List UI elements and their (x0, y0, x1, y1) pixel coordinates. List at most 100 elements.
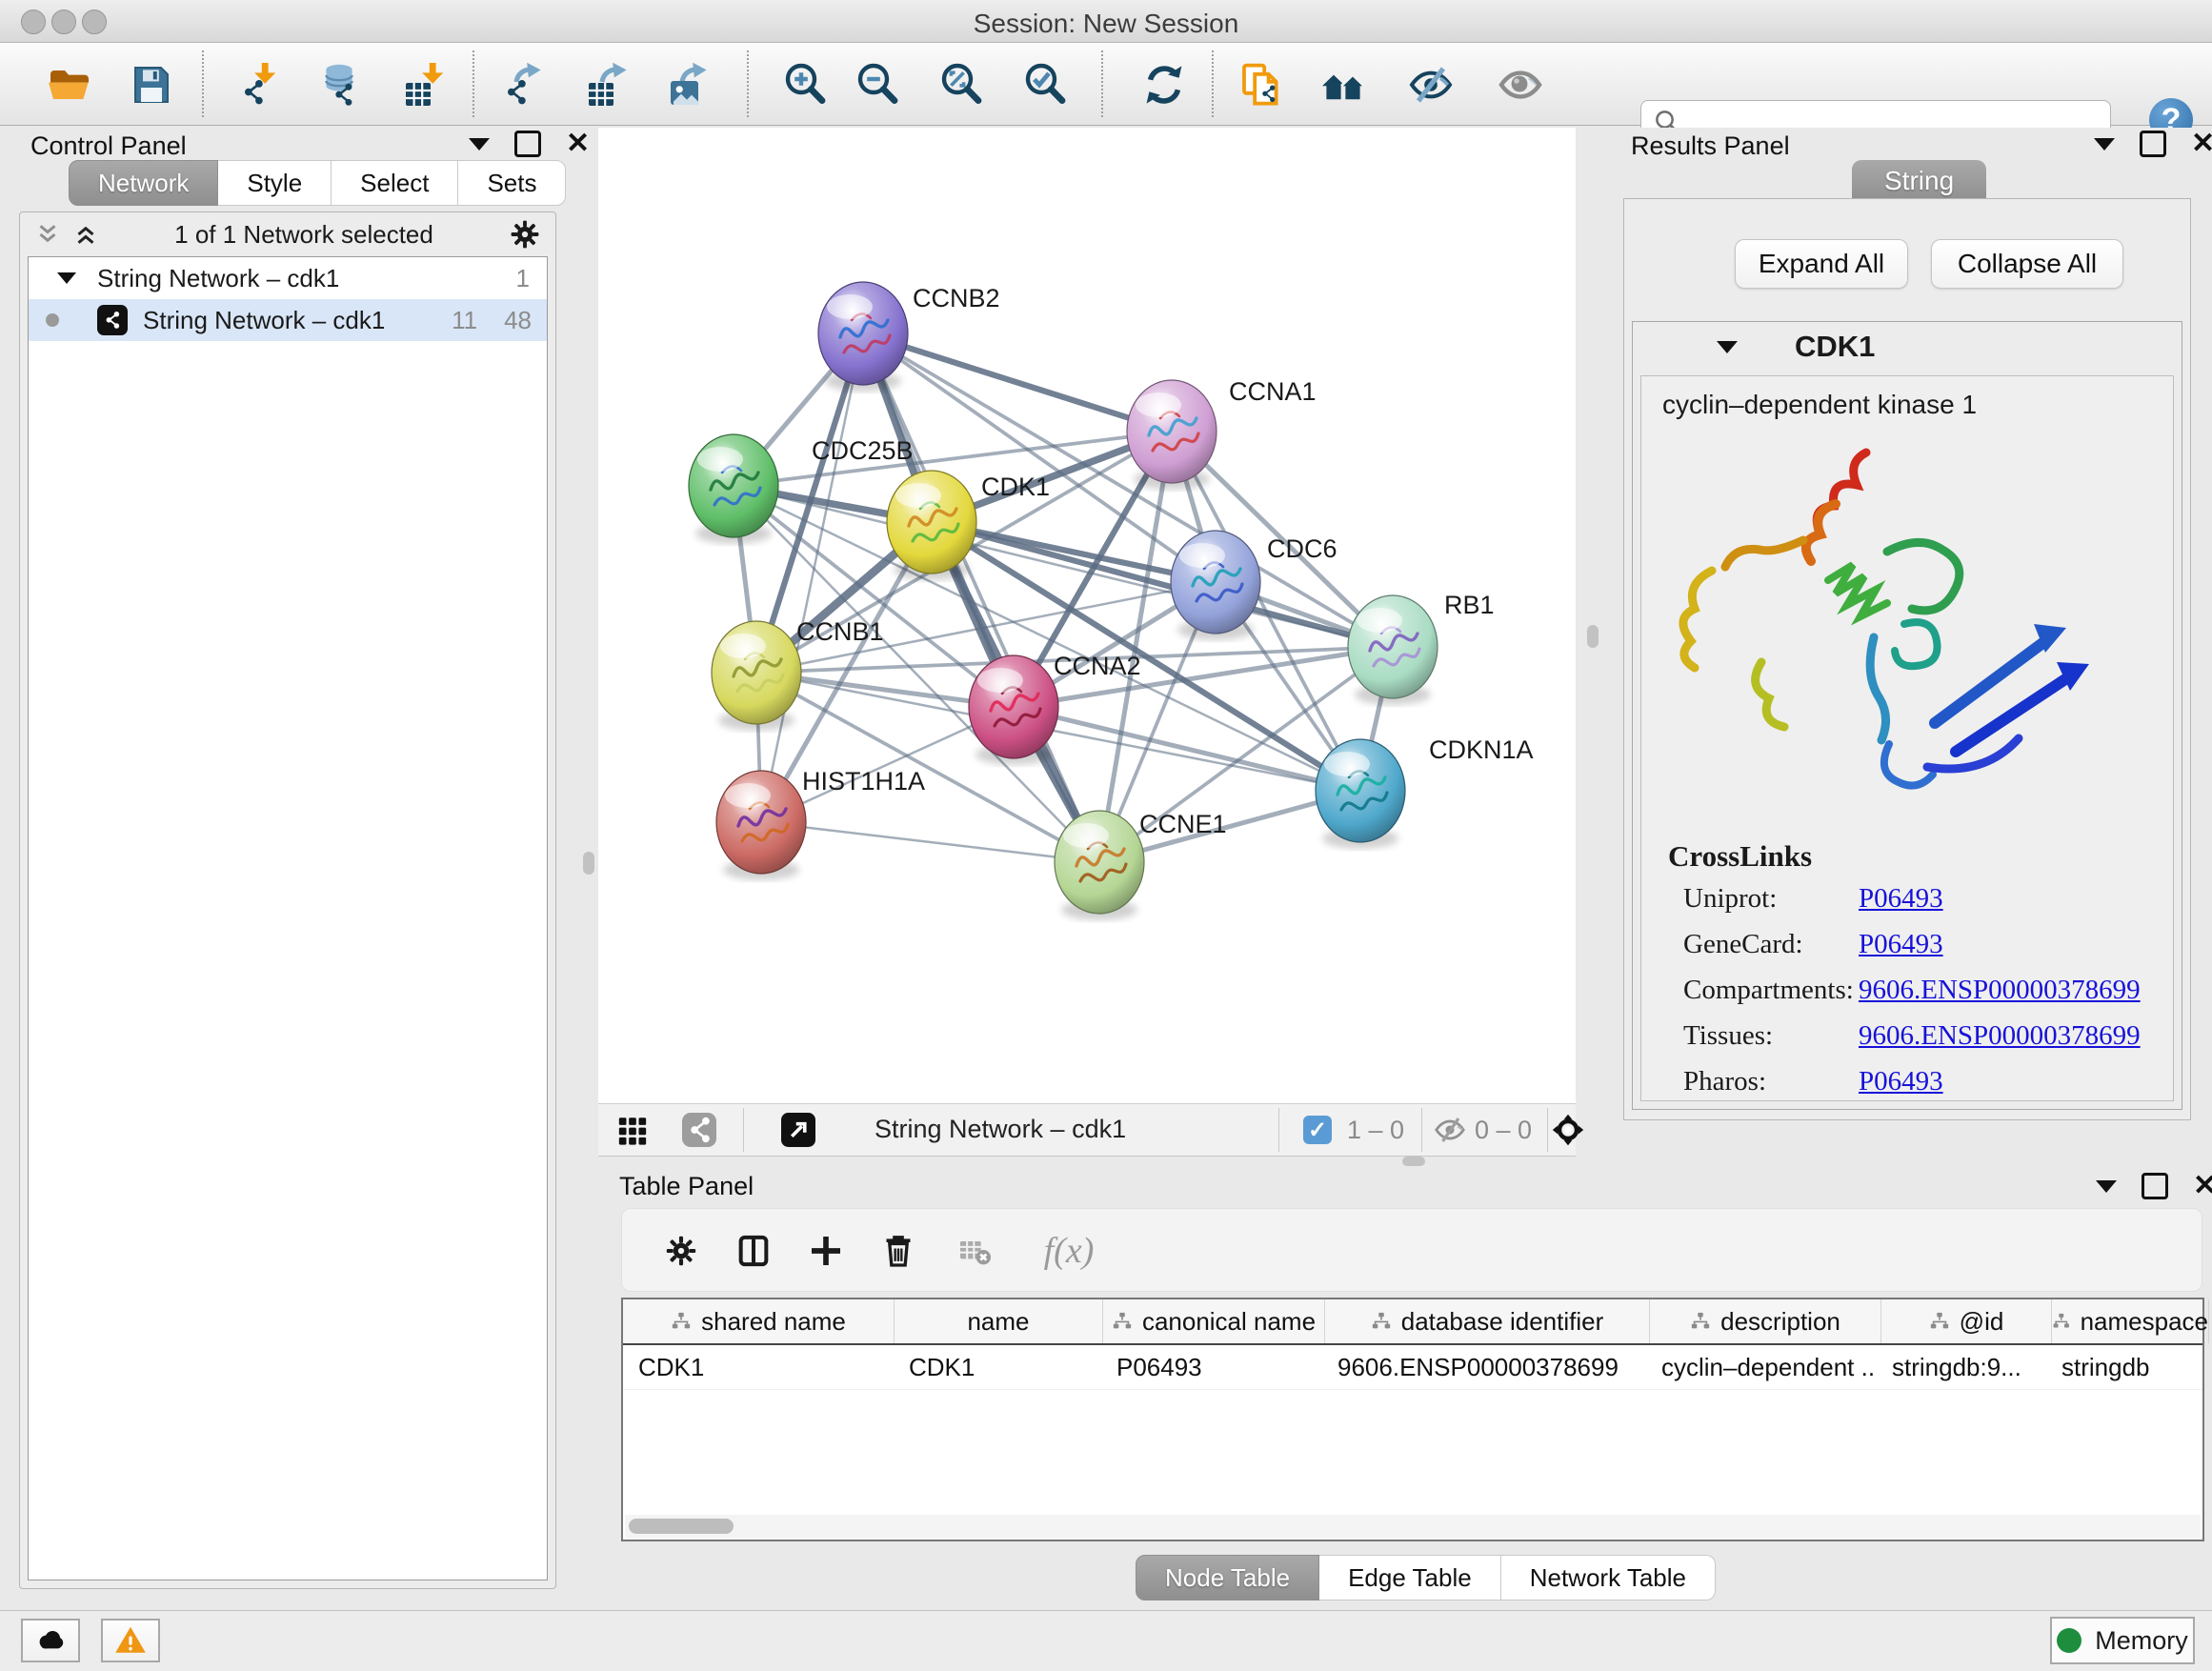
zoom-out-icon[interactable] (854, 60, 903, 110)
zoom-in-icon[interactable] (781, 60, 831, 110)
column-header-namespace[interactable]: namespace (2052, 1299, 2209, 1343)
network-node-CCNA1[interactable]: CCNA1 (1127, 377, 1317, 490)
cloud-status-button[interactable] (21, 1619, 80, 1662)
panel-menu-icon[interactable] (2096, 1180, 2117, 1193)
network-node-CDK1[interactable]: CDK1 (887, 471, 1050, 580)
network-collection-row[interactable]: String Network – cdk1 1 (29, 257, 547, 299)
network-row-selected[interactable]: String Network – cdk1 11 48 (29, 299, 547, 341)
column-header--id[interactable]: @id (1881, 1299, 2052, 1343)
save-session-icon[interactable] (126, 60, 175, 110)
float-panel-icon[interactable] (2140, 131, 2166, 157)
close-panel-icon[interactable]: ✕ (2191, 133, 2212, 154)
network-view-canvas[interactable]: CCNB2 CCNA1 CDC25B CDK1 CDC6 (598, 128, 1576, 1103)
network-node-CCNB2[interactable]: CCNB2 (818, 282, 1000, 392)
network-graph[interactable]: CCNB2 CCNA1 CDC25B CDK1 CDC6 (598, 128, 1576, 1103)
close-panel-icon[interactable]: ✕ (566, 133, 590, 154)
memory-button[interactable]: Memory (2050, 1617, 2195, 1664)
network-node-count: 11 (452, 306, 477, 335)
grid-view-icon[interactable] (615, 1113, 650, 1147)
network-status-dot (46, 313, 59, 327)
tab-network-table[interactable]: Network Table (1501, 1555, 1716, 1601)
duplicate-network-icon[interactable] (1237, 60, 1286, 110)
float-panel-icon[interactable] (514, 131, 541, 157)
birdseye-view-icon[interactable] (781, 1113, 815, 1147)
tab-network[interactable]: Network (69, 160, 218, 206)
table-toolbar: f(x) (621, 1208, 2202, 1292)
table-row[interactable]: CDK1CDK1P064939606.ENSP00000378699cyclin… (623, 1345, 2202, 1390)
main-toolbar: ? (0, 43, 2212, 126)
column-header-name[interactable]: name (895, 1299, 1103, 1343)
expand-all-button[interactable]: Expand All (1735, 239, 1908, 289)
tab-node-table[interactable]: Node Table (1136, 1555, 1319, 1601)
tab-edge-table[interactable]: Edge Table (1319, 1555, 1501, 1601)
table-horizontal-scrollbar[interactable] (625, 1515, 2201, 1538)
network-options-gear-icon[interactable] (508, 217, 542, 252)
column-header-description[interactable]: description (1650, 1299, 1881, 1343)
import-network-icon[interactable] (234, 60, 284, 110)
show-columns-icon[interactable] (733, 1230, 774, 1272)
results-panel-controls: ✕ (2094, 128, 2212, 160)
left-splitter-handle[interactable] (583, 852, 594, 875)
scrollbar-thumb[interactable] (629, 1519, 734, 1534)
memory-status-dot (2057, 1628, 2081, 1653)
horizontal-splitter-handle[interactable] (1402, 1157, 1425, 1166)
collapse-all-button[interactable]: Collapse All (1931, 239, 2123, 289)
crosslink-value-link[interactable]: P06493 (1859, 929, 1943, 960)
crosslink-value-link[interactable]: 9606.ENSP00000378699 (1859, 975, 2141, 1006)
section-title: CDK1 (1795, 330, 1875, 364)
panel-menu-icon[interactable] (469, 138, 490, 151)
collapse-all-icon[interactable] (33, 220, 62, 249)
control-panel-controls: ✕ (469, 128, 590, 160)
selected-nodes-checkbox[interactable]: ✓ (1303, 1116, 1332, 1144)
function-builder-icon[interactable]: f(x) (1026, 1230, 1112, 1272)
fit-selection-crosshair-icon[interactable] (1551, 1113, 1585, 1147)
close-panel-icon[interactable]: ✕ (2193, 1176, 2212, 1197)
hide-selected-icon[interactable] (1406, 60, 1456, 110)
zoom-fit-icon[interactable] (937, 60, 987, 110)
column-header-database-identifier[interactable]: database identifier (1325, 1299, 1650, 1343)
delete-table-icon[interactable] (954, 1230, 995, 1272)
open-file-icon[interactable] (44, 60, 93, 110)
crosslinks-title: CrossLinks (1668, 839, 1812, 874)
first-neighbors-icon[interactable] (1318, 60, 1368, 110)
refresh-icon[interactable] (1139, 60, 1189, 110)
expand-all-icon[interactable] (71, 220, 100, 249)
network-view-share-icon[interactable] (682, 1113, 716, 1147)
network-node-CDKN1A[interactable]: CDKN1A (1316, 735, 1534, 849)
crosslink-value-link[interactable]: P06493 (1859, 883, 1943, 915)
float-panel-icon[interactable] (2142, 1173, 2168, 1199)
node-label-CDC25B: CDC25B (812, 436, 914, 465)
network-node-CCNE1[interactable]: CCNE1 (1055, 810, 1227, 920)
add-column-icon[interactable] (805, 1230, 847, 1272)
zoom-selected-icon[interactable] (1021, 60, 1071, 110)
export-network-icon[interactable] (497, 60, 547, 110)
section-collapse-icon[interactable] (1717, 341, 1738, 353)
table-cell: stringdb (2046, 1345, 2202, 1389)
network-node-HIST1H1A[interactable]: HIST1H1A (716, 767, 925, 880)
table-options-gear-icon[interactable] (660, 1230, 702, 1272)
network-node-CCNB1[interactable]: CCNB1 (712, 617, 884, 731)
search-eye-icon[interactable] (1496, 60, 1545, 110)
tab-select[interactable]: Select (332, 160, 458, 206)
tab-style[interactable]: Style (218, 160, 332, 206)
export-table-icon[interactable] (583, 60, 633, 110)
network-node-CCNA2[interactable]: CCNA2 (969, 652, 1141, 765)
bottom-status-bar: Memory (0, 1610, 2212, 1671)
crosslink-value-link[interactable]: P06493 (1859, 1066, 1943, 1097)
network-node-RB1[interactable]: RB1 (1348, 591, 1495, 705)
tab-sets[interactable]: Sets (458, 160, 566, 206)
export-image-icon[interactable] (663, 60, 713, 110)
column-header-canonical-name[interactable]: canonical name (1103, 1299, 1325, 1343)
import-table-icon[interactable] (402, 60, 452, 110)
collection-expander-icon[interactable] (57, 272, 76, 284)
hidden-items-eye-slash-icon[interactable] (1433, 1113, 1467, 1147)
panel-menu-icon[interactable] (2094, 138, 2115, 151)
warnings-button[interactable] (101, 1619, 160, 1662)
node-label-RB1: RB1 (1444, 591, 1495, 619)
right-splitter-handle[interactable] (1587, 625, 1599, 648)
import-database-icon[interactable] (314, 60, 364, 110)
crosslink-value-link[interactable]: 9606.ENSP00000378699 (1859, 1020, 2141, 1052)
tab-string[interactable]: String (1852, 160, 1986, 202)
delete-column-trash-icon[interactable] (877, 1230, 919, 1272)
column-header-shared-name[interactable]: shared name (623, 1299, 895, 1343)
